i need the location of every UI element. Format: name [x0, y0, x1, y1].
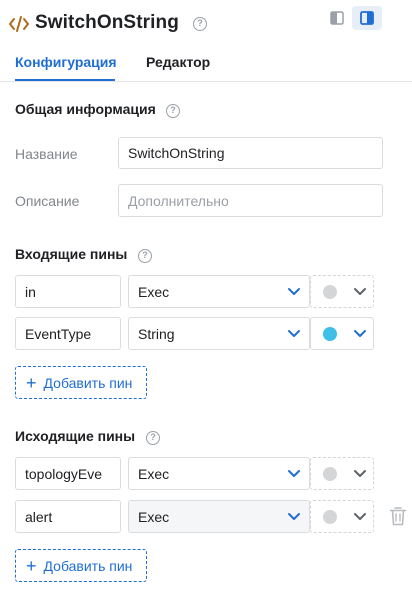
add-pin-label: Добавить пин: [43, 557, 133, 574]
description-field[interactable]: Дополнительно: [118, 184, 383, 217]
add-pin-label: Добавить пин: [43, 374, 133, 391]
incoming-pin-name-input[interactable]: EventType: [15, 317, 121, 350]
outgoing-pin-color-select[interactable]: [310, 457, 374, 490]
chevron-down-icon: [354, 287, 366, 295]
description-label: Описание: [15, 193, 80, 209]
general-help-icon[interactable]: ?: [166, 104, 180, 118]
chevron-down-icon: [288, 512, 300, 520]
chevron-down-icon: [288, 287, 300, 295]
name-label: Название: [15, 146, 78, 162]
outgoing-section-title: Исходящие пины: [15, 428, 136, 444]
incoming-help-icon[interactable]: ?: [138, 249, 152, 263]
incoming-pin-type-select[interactable]: Exec: [128, 275, 310, 308]
incoming-pin-name-input[interactable]: in: [15, 275, 121, 308]
incoming-section-title: Входящие пины: [15, 246, 128, 262]
incoming-pin-color-select[interactable]: [310, 275, 374, 308]
tab-configuration[interactable]: Конфигурация: [15, 54, 117, 70]
tab-editor[interactable]: Редактор: [146, 54, 210, 70]
panel-left-icon: [330, 11, 344, 25]
name-field[interactable]: SwitchOnString: [118, 137, 383, 169]
incoming-pin-type-select[interactable]: String: [128, 317, 310, 350]
page-title: SwitchOnString: [35, 12, 179, 33]
panel-header: SwitchOnString ?: [0, 0, 412, 48]
add-incoming-pin-button[interactable]: + Добавить пин: [15, 366, 147, 399]
panel-right-icon: [360, 11, 374, 25]
chevron-down-icon: [288, 469, 300, 477]
chevron-down-icon: [354, 469, 366, 477]
chevron-down-icon: [354, 329, 366, 337]
outgoing-help-icon[interactable]: ?: [146, 431, 160, 445]
panel-left-button[interactable]: [322, 6, 352, 30]
outgoing-pin-color-select[interactable]: [310, 500, 374, 533]
color-dot: [323, 326, 337, 341]
tab-bar: Конфигурация Редактор: [0, 48, 412, 82]
trash-icon[interactable]: [389, 506, 407, 526]
outgoing-pin-type-select[interactable]: Exec: [128, 500, 310, 533]
incoming-pin-type-value: Exec: [138, 283, 170, 300]
chevron-down-icon: [288, 329, 300, 337]
outgoing-pin-type-select[interactable]: Exec: [128, 457, 310, 490]
chevron-down-icon: [354, 512, 366, 520]
add-outgoing-pin-button[interactable]: + Добавить пин: [15, 549, 147, 582]
general-section-title: Общая информация: [15, 101, 156, 117]
incoming-pin-type-value: String: [138, 325, 175, 342]
active-tab-indicator: [15, 79, 115, 81]
panel-right-button[interactable]: [352, 6, 382, 30]
color-dot: [323, 284, 337, 299]
outgoing-pin-name-input[interactable]: topologyEve: [15, 457, 121, 490]
color-dot: [323, 509, 337, 524]
help-icon[interactable]: ?: [193, 17, 207, 31]
outgoing-pin-name-input[interactable]: alert: [15, 500, 121, 533]
code-icon: [9, 16, 29, 32]
color-dot: [323, 466, 337, 481]
plus-icon: +: [26, 372, 37, 393]
outgoing-pin-type-value: Exec: [138, 508, 170, 525]
outgoing-pin-type-value: Exec: [138, 465, 170, 482]
incoming-pin-color-select[interactable]: [310, 317, 374, 350]
plus-icon: +: [26, 555, 37, 576]
